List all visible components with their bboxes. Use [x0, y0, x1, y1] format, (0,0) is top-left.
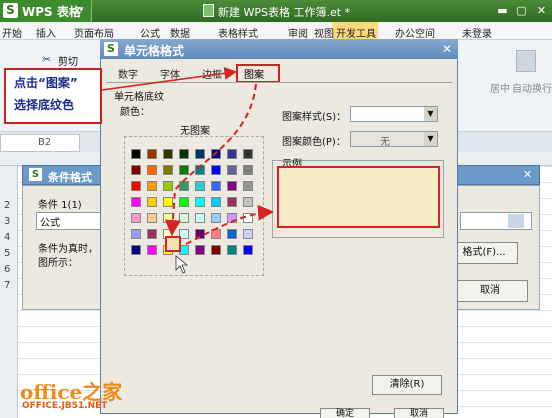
callout-line-2: 选择底纹色 [14, 98, 75, 112]
mouse-cursor-icon [175, 255, 189, 274]
arrow-to-pattern-tab [101, 66, 238, 91]
arrow-to-swatch [164, 83, 257, 236]
watermark-url: OFFICE.JB51.NET [22, 401, 108, 411]
annotation-arrows [101, 66, 274, 274]
arrow-to-sample [185, 204, 274, 245]
callout-line-1: 点击“图案” [14, 76, 78, 90]
